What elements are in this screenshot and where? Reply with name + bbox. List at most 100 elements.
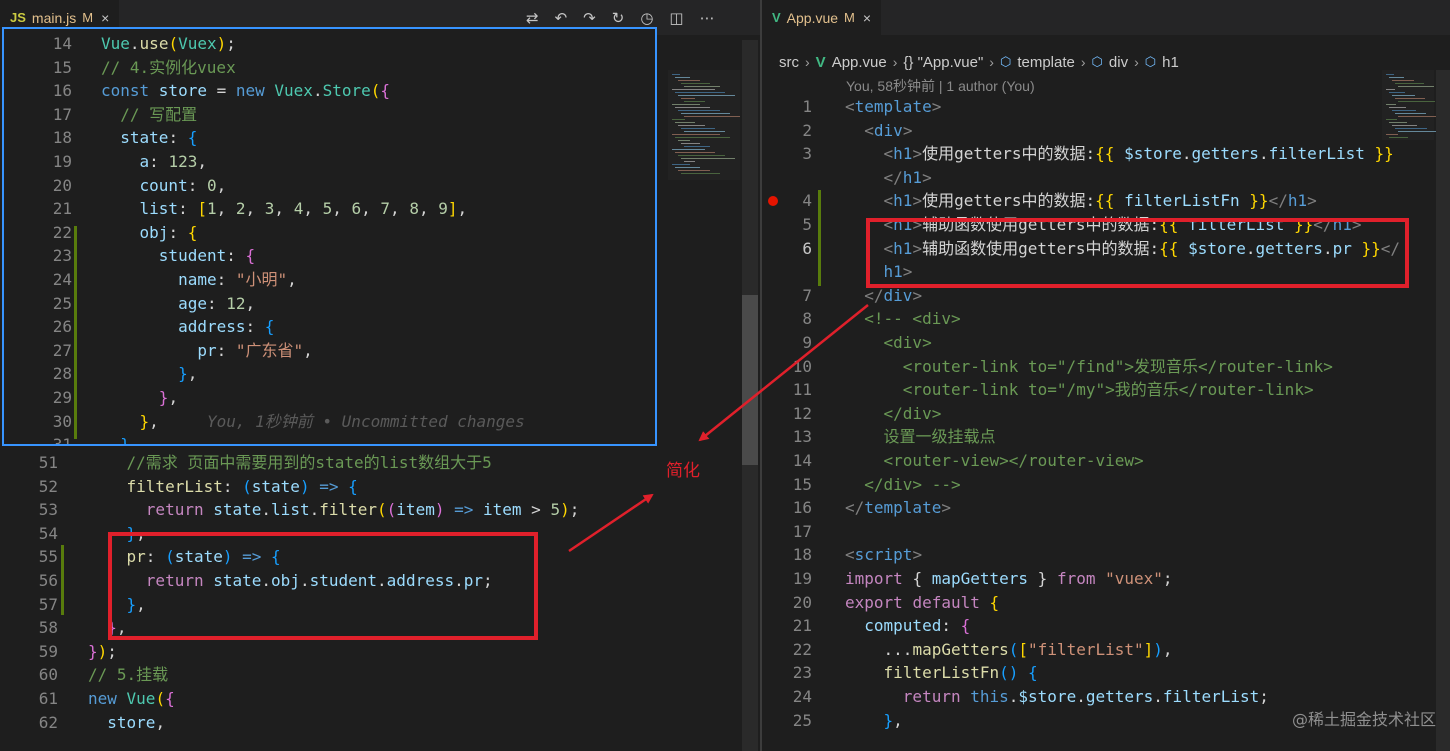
code-line[interactable]: 61 new Vue({: [0, 687, 760, 711]
code-text[interactable]: count: 0,: [101, 174, 227, 198]
code-text[interactable]: state: {: [101, 126, 197, 150]
git-compare-icon[interactable]: ⇄: [526, 9, 539, 27]
line-number[interactable]: 2: [762, 119, 812, 143]
line-number[interactable]: 21: [8, 197, 72, 221]
code-line[interactable]: 60 // 5.挂载: [0, 663, 760, 687]
code-line[interactable]: 17: [762, 520, 1450, 544]
line-number[interactable]: 23: [8, 244, 72, 268]
line-number[interactable]: 28: [8, 362, 72, 386]
line-number[interactable]: 53: [0, 498, 58, 522]
line-number[interactable]: 24: [762, 685, 812, 709]
line-number[interactable]: 59: [0, 640, 58, 664]
code-text[interactable]: new Vue({: [88, 687, 175, 711]
code-text[interactable]: filterList: (state) => {: [88, 475, 358, 499]
line-number[interactable]: 20: [8, 174, 72, 198]
go-forward-icon[interactable]: ↷: [583, 9, 596, 27]
code-text[interactable]: store,: [88, 711, 165, 735]
code-line[interactable]: 19 import { mapGetters } from "vuex";: [762, 567, 1450, 591]
code-text[interactable]: import { mapGetters } from "vuex";: [845, 567, 1173, 591]
code-line[interactable]: 16 const store = new Vuex.Store({: [4, 79, 655, 103]
line-number[interactable]: 58: [0, 616, 58, 640]
line-number[interactable]: 55: [0, 545, 58, 569]
code-line[interactable]: 12 </div>: [762, 402, 1450, 426]
code-line[interactable]: 31 },: [4, 433, 655, 444]
code-line[interactable]: 1 <template>: [762, 95, 1450, 119]
breadcrumb-h1[interactable]: h1: [1162, 54, 1179, 71]
code-text[interactable]: </h1>: [845, 166, 932, 190]
line-number[interactable]: 25: [762, 709, 812, 733]
code-line[interactable]: 4 <h1>使用getters中的数据:{{ filterListFn }}</…: [762, 189, 1450, 213]
code-line[interactable]: 21 computed: {: [762, 614, 1450, 638]
code-line[interactable]: 25 age: 12,: [4, 292, 655, 316]
code-line[interactable]: 29 },: [4, 386, 655, 410]
line-number[interactable]: 19: [762, 567, 812, 591]
line-number[interactable]: 26: [8, 315, 72, 339]
code-text[interactable]: computed: {: [845, 614, 970, 638]
line-number[interactable]: 10: [762, 355, 812, 379]
line-number[interactable]: 17: [762, 520, 812, 544]
code-line[interactable]: 20 count: 0,: [4, 174, 655, 198]
line-number[interactable]: 25: [8, 292, 72, 316]
code-line[interactable]: 14 <router-view></router-view>: [762, 449, 1450, 473]
code-text[interactable]: age: 12,: [101, 292, 255, 316]
close-tab-icon[interactable]: ×: [863, 10, 871, 26]
code-line[interactable]: 24 name: "小明",: [4, 268, 655, 292]
more-icon[interactable]: ⋯: [700, 9, 715, 27]
code-line[interactable]: 2 <div>: [762, 119, 1450, 143]
code-line[interactable]: 20 export default {: [762, 591, 1450, 615]
code-line[interactable]: 21 list: [1, 2, 3, 4, 5, 6, 7, 8, 9],: [4, 197, 655, 221]
code-line[interactable]: 27 pr: "广东省",: [4, 339, 655, 363]
code-text[interactable]: // 5.挂载: [88, 663, 168, 687]
code-line[interactable]: 13 设置一级挂载点: [762, 425, 1450, 449]
line-number[interactable]: 31: [8, 433, 72, 444]
code-line[interactable]: 14 Vue.use(Vuex);: [4, 32, 655, 56]
code-line[interactable]: 28 },: [4, 362, 655, 386]
code-text[interactable]: address: {: [101, 315, 274, 339]
breadcrumb-template[interactable]: template: [1017, 54, 1075, 71]
code-line[interactable]: 19 a: 123,: [4, 150, 655, 174]
go-back-icon[interactable]: ↶: [555, 9, 568, 27]
code-text[interactable]: ...mapGetters(["filterList"]),: [845, 638, 1173, 662]
line-number[interactable]: 5: [762, 213, 812, 237]
code-text[interactable]: // 4.实例化vuex: [101, 56, 236, 80]
timeline-icon[interactable]: ◷: [640, 9, 653, 27]
line-number[interactable]: 20: [762, 591, 812, 615]
code-line[interactable]: 52 filterList: (state) => {: [0, 475, 760, 499]
line-number[interactable]: 13: [762, 425, 812, 449]
code-text[interactable]: <router-view></router-view>: [845, 449, 1144, 473]
line-number[interactable]: 3: [762, 142, 812, 166]
code-text[interactable]: <div>: [845, 331, 932, 355]
line-number[interactable]: 22: [8, 221, 72, 245]
code-text[interactable]: <router-link to="/find">发现音乐</router-lin…: [845, 355, 1333, 379]
code-text[interactable]: name: "小明",: [101, 268, 297, 292]
line-number[interactable]: 29: [8, 386, 72, 410]
code-line[interactable]: 18 state: {: [4, 126, 655, 150]
code-text[interactable]: return this.$store.getters.filterList;: [845, 685, 1269, 709]
code-line[interactable]: 15 // 4.实例化vuex: [4, 56, 655, 80]
code-line[interactable]: 16 </template>: [762, 496, 1450, 520]
line-number[interactable]: 18: [762, 543, 812, 567]
line-number[interactable]: 16: [8, 79, 72, 103]
code-line[interactable]: 22 ...mapGetters(["filterList"]),: [762, 638, 1450, 662]
line-number[interactable]: 51: [0, 451, 58, 475]
line-number[interactable]: 52: [0, 475, 58, 499]
line-number[interactable]: 21: [762, 614, 812, 638]
code-text[interactable]: }, You, 1秒钟前 • Uncommitted changes: [101, 410, 525, 434]
line-number[interactable]: 12: [762, 402, 812, 426]
line-number[interactable]: 62: [0, 711, 58, 735]
line-number[interactable]: 15: [762, 473, 812, 497]
line-number[interactable]: 61: [0, 687, 58, 711]
code-text[interactable]: Vue.use(Vuex);: [101, 32, 236, 56]
line-number[interactable]: 16: [762, 496, 812, 520]
line-number[interactable]: 19: [8, 150, 72, 174]
code-text[interactable]: student: {: [101, 244, 255, 268]
line-number[interactable]: 57: [0, 593, 58, 617]
code-text[interactable]: a: 123,: [101, 150, 207, 174]
code-text[interactable]: },: [101, 433, 139, 444]
code-text[interactable]: pr: "广东省",: [101, 339, 312, 363]
code-line[interactable]: </h1>: [762, 166, 1450, 190]
line-number[interactable]: 56: [0, 569, 58, 593]
line-number[interactable]: 7: [762, 284, 812, 308]
code-text[interactable]: obj: {: [101, 221, 198, 245]
code-line[interactable]: 26 address: {: [4, 315, 655, 339]
